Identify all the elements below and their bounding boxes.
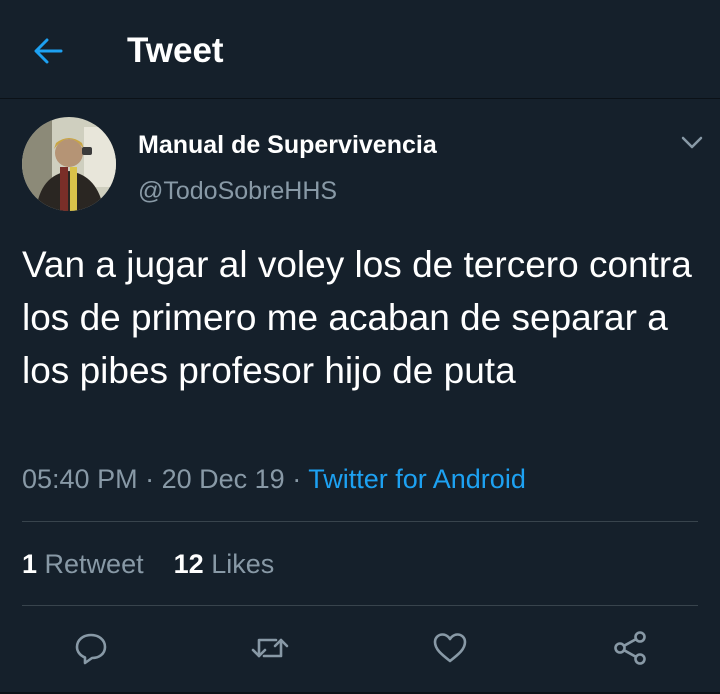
share-icon: [614, 631, 646, 665]
tweet-time: 05:40 PM: [22, 464, 138, 494]
chevron-down-icon: [681, 136, 703, 149]
share-button[interactable]: [608, 626, 652, 670]
like-icon: [433, 633, 467, 663]
page-title: Tweet: [127, 31, 224, 70]
tweet-stats: 1 Retweet 12 Likes: [22, 549, 274, 580]
meta-separator: ·: [292, 464, 302, 494]
retweet-button[interactable]: [248, 626, 292, 670]
like-count: 12: [173, 549, 204, 579]
back-arrow-icon: [34, 38, 63, 64]
reply-icon: [75, 633, 107, 665]
author-handle[interactable]: @TodoSobreHHS: [138, 177, 337, 206]
likes-stat[interactable]: 12 Likes: [174, 549, 275, 579]
divider: [22, 605, 698, 606]
back-button[interactable]: [28, 33, 68, 69]
author-name[interactable]: Manual de Supervivencia: [138, 131, 437, 160]
tweet-date: 20 Dec 19: [161, 464, 285, 494]
top-bar: Tweet: [0, 0, 720, 99]
like-button[interactable]: [428, 626, 472, 670]
retweet-icon: [251, 638, 289, 658]
meta-separator: ·: [145, 464, 155, 494]
tweet-meta: 05:40 PM · 20 Dec 19 · Twitter for Andro…: [22, 464, 526, 495]
tweet-options-button[interactable]: [678, 130, 706, 156]
avatar[interactable]: [22, 117, 116, 211]
retweet-count: 1: [22, 549, 38, 579]
reply-button[interactable]: [69, 626, 113, 670]
like-label: Likes: [211, 549, 275, 579]
divider: [22, 521, 698, 522]
tweet-source-link[interactable]: Twitter for Android: [308, 464, 526, 494]
tweet-text: Van a jugar al voley los de tercero cont…: [22, 244, 692, 391]
retweets-stat[interactable]: 1 Retweet: [22, 549, 144, 579]
retweet-label: Retweet: [44, 549, 144, 579]
